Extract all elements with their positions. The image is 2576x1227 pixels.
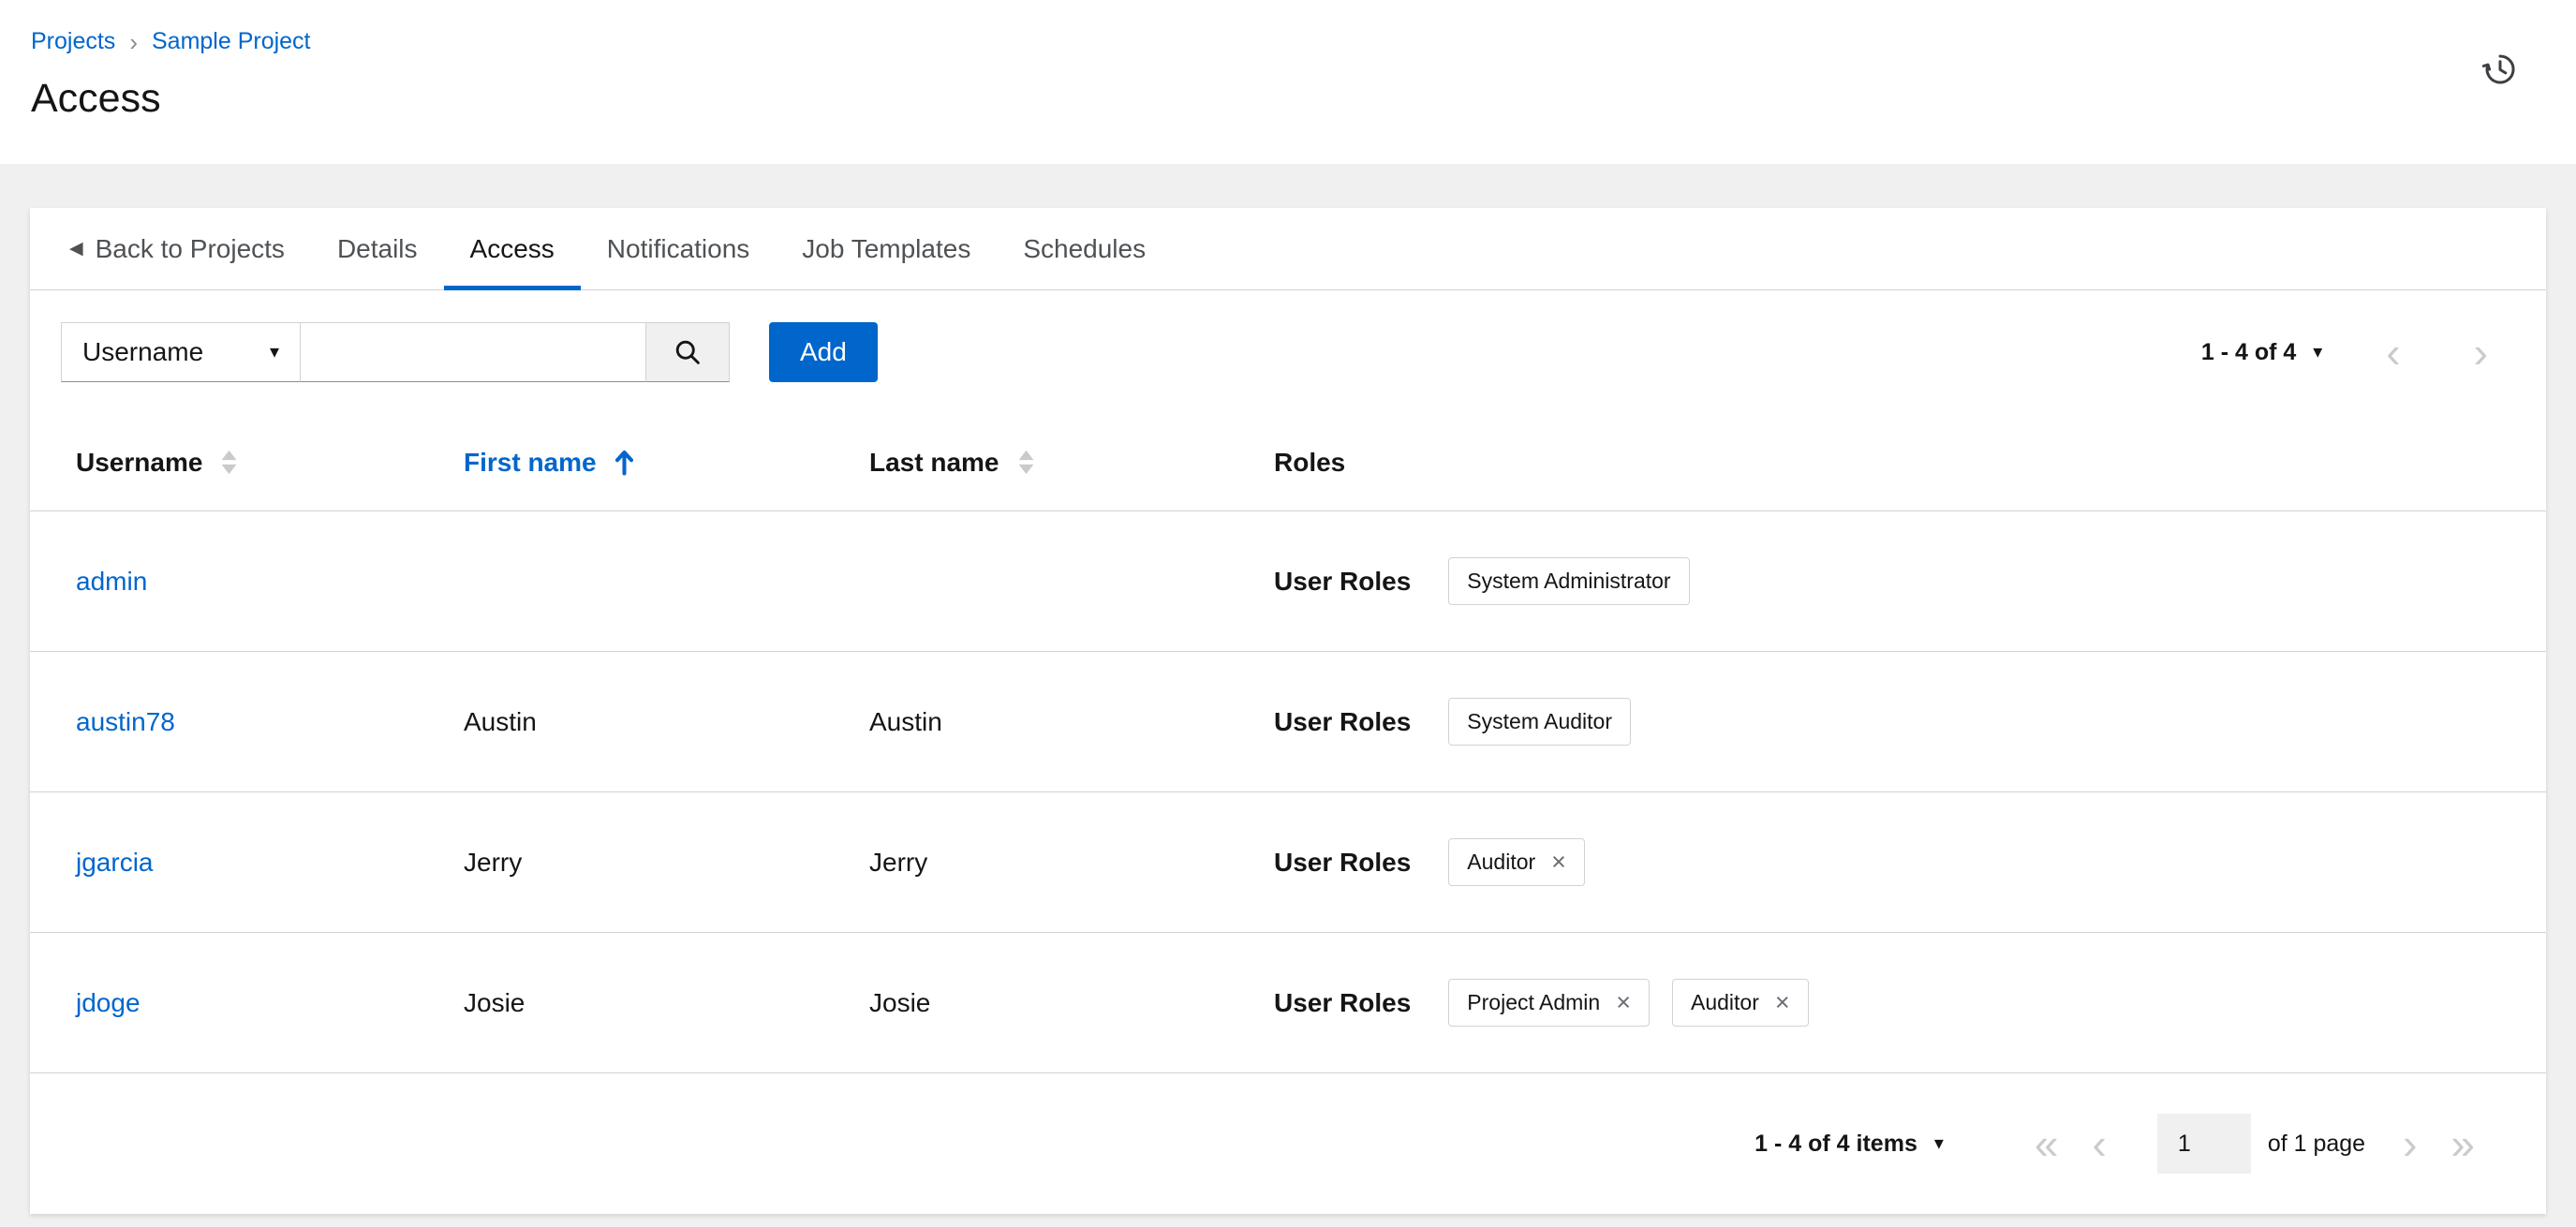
role-chip-label: System Auditor (1467, 709, 1612, 733)
tab-schedules[interactable]: Schedules (997, 208, 1172, 289)
sort-icon (1018, 450, 1033, 475)
username-link[interactable]: admin (76, 567, 464, 597)
next-page-button[interactable]: › (2391, 1122, 2428, 1165)
items-per-page-dropdown[interactable]: 1 - 4 of 4 items ▾ (1754, 1131, 1944, 1158)
search-icon (675, 340, 700, 364)
tab-bar: ◀ Back to Projects Details Access Notifi… (30, 208, 2546, 290)
tab-job-templates[interactable]: Job Templates (776, 208, 997, 289)
search-input[interactable] (300, 322, 646, 382)
toolbar: Username ▾ Add 1 - 4 of 4 ▾ ‹ › (30, 290, 2546, 414)
table-row: austin78 Austin Austin User Roles System… (30, 652, 2546, 792)
chip-close-icon[interactable]: × (1551, 849, 1566, 874)
user-roles-label: User Roles (1274, 566, 1412, 596)
first-name-cell: Austin (464, 706, 537, 736)
tab-label: Back to Projects (95, 233, 285, 263)
roles-cell: User Roles System Auditor (1274, 698, 2546, 746)
column-header-username[interactable]: Username (76, 448, 464, 478)
column-header-roles: Roles (1274, 448, 2546, 478)
page-count-label: of 1 page (2267, 1130, 2366, 1157)
first-name-cell: Jerry (464, 847, 523, 877)
column-label: First name (464, 447, 597, 477)
sort-icon (221, 450, 237, 475)
column-label: Last name (869, 447, 999, 477)
column-header-first-name[interactable]: First name (464, 448, 869, 478)
last-page-button[interactable]: » (2439, 1122, 2486, 1165)
role-chip-label: Project Admin (1467, 990, 1601, 1014)
table-row: admin User Roles System Administrator (30, 511, 2546, 652)
username-link[interactable]: jdoge (76, 988, 464, 1018)
access-panel: ◀ Back to Projects Details Access Notifi… (30, 208, 2546, 1214)
role-chip-label: Auditor (1467, 850, 1536, 874)
items-range-dropdown[interactable]: 1 - 4 of 4 ▾ (2201, 339, 2322, 366)
sort-ascending-icon (614, 450, 633, 476)
tab-access[interactable]: Access (443, 208, 582, 290)
user-roles-label: User Roles (1274, 987, 1412, 1017)
chip-close-icon[interactable]: × (1775, 989, 1790, 1014)
table-header-row: Username First name Last name Roles (30, 414, 2546, 511)
user-roles-label: User Roles (1274, 847, 1412, 877)
pagination-footer: 1 - 4 of 4 items ▾ « ‹ 1 of 1 page › » (30, 1073, 2546, 1214)
chevron-down-icon: ▾ (269, 342, 279, 362)
role-chip: System Auditor (1448, 698, 1631, 746)
breadcrumb-link-sample-project[interactable]: Sample Project (152, 28, 311, 55)
filter-type-value: Username (82, 337, 204, 366)
roles-cell: User Roles Auditor × (1274, 838, 2546, 886)
tab-details[interactable]: Details (311, 208, 444, 289)
next-page-button[interactable]: › (2465, 331, 2497, 374)
breadcrumb-separator-icon: › (129, 27, 138, 56)
breadcrumb: Projects › Sample Project (31, 28, 2576, 55)
items-range-label: 1 - 4 of 4 items (1754, 1130, 1917, 1157)
first-name-cell: Josie (464, 987, 526, 1017)
add-button[interactable]: Add (769, 322, 878, 382)
role-chip: Project Admin × (1448, 979, 1650, 1027)
search-button[interactable] (645, 322, 730, 382)
role-chip: Auditor × (1448, 838, 1585, 886)
items-range-label: 1 - 4 of 4 (2200, 338, 2297, 365)
prev-page-button[interactable]: ‹ (2080, 1122, 2117, 1165)
username-link[interactable]: jgarcia (76, 848, 464, 878)
last-name-cell: Jerry (869, 847, 928, 877)
prev-page-button[interactable]: ‹ (2376, 331, 2409, 374)
role-chip: Auditor × (1671, 979, 1809, 1027)
chevron-down-icon: ▾ (1933, 1133, 1944, 1154)
table-row: jgarcia Jerry Jerry User Roles Auditor × (30, 792, 2546, 933)
roles-cell: User Roles Project Admin × Auditor × (1274, 979, 2546, 1027)
roles-cell: User Roles System Administrator (1274, 557, 2546, 605)
table-row: jdoge Josie Josie User Roles Project Adm… (30, 933, 2546, 1073)
chevron-down-icon: ▾ (2313, 342, 2323, 362)
column-label: Roles (1274, 447, 1346, 477)
tab-notifications[interactable]: Notifications (581, 208, 777, 289)
username-link[interactable]: austin78 (76, 707, 464, 737)
page-header: Projects › Sample Project Access (0, 0, 2576, 164)
first-page-button[interactable]: « (2023, 1122, 2070, 1165)
last-name-cell: Josie (869, 987, 931, 1017)
current-page-input[interactable]: 1 (2156, 1114, 2251, 1174)
history-icon[interactable] (2480, 49, 2522, 90)
last-name-cell: Austin (869, 706, 942, 736)
page-title: Access (31, 76, 161, 121)
role-chip-label: Auditor (1690, 990, 1759, 1014)
chip-close-icon[interactable]: × (1616, 989, 1631, 1014)
filter-type-select[interactable]: Username ▾ (61, 322, 301, 382)
user-roles-label: User Roles (1274, 706, 1412, 736)
breadcrumb-link-projects[interactable]: Projects (31, 28, 115, 55)
role-chip-label: System Administrator (1467, 569, 1671, 593)
column-label: Username (76, 447, 203, 477)
tab-back-to-projects[interactable]: ◀ Back to Projects (43, 208, 311, 289)
column-header-last-name[interactable]: Last name (869, 448, 1274, 478)
role-chip: System Administrator (1448, 557, 1690, 605)
back-caret-icon: ◀ (69, 239, 83, 259)
